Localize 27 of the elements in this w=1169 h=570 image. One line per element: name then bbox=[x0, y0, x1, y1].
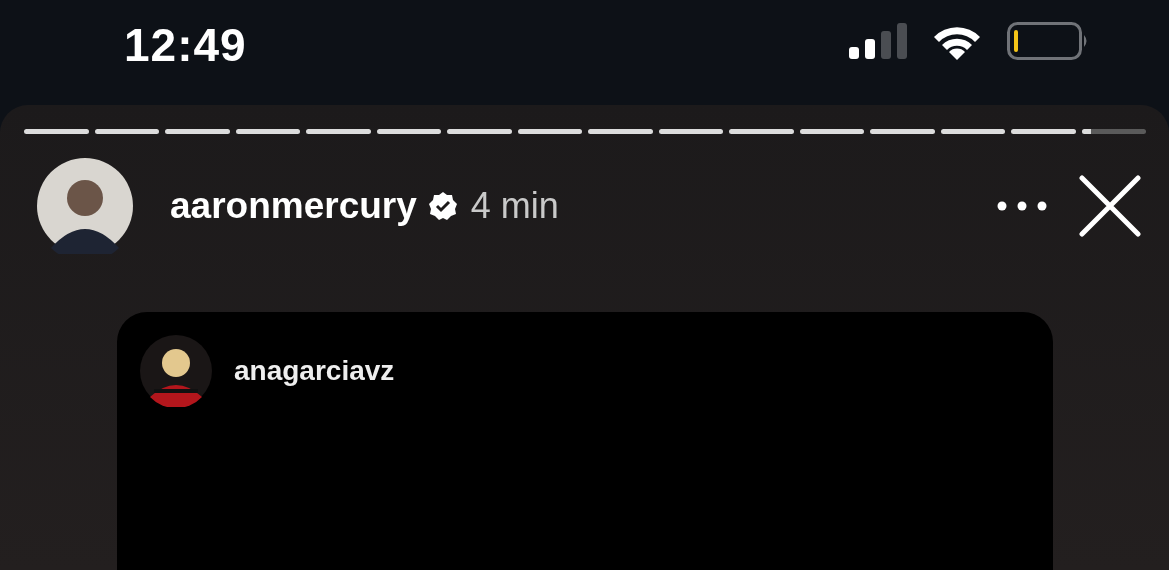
battery-icon bbox=[1007, 22, 1089, 60]
progress-segment bbox=[517, 129, 582, 134]
progress-segment bbox=[1011, 129, 1076, 134]
progress-segment bbox=[447, 129, 512, 134]
close-icon[interactable] bbox=[1079, 175, 1141, 237]
progress-segment bbox=[729, 129, 794, 134]
progress-segment bbox=[588, 129, 653, 134]
progress-segment bbox=[235, 129, 300, 134]
shared-username[interactable]: anagarciavz bbox=[234, 355, 395, 387]
username[interactable]: aaronmercury bbox=[170, 185, 417, 227]
progress-segment bbox=[870, 129, 935, 134]
progress-segment bbox=[799, 129, 864, 134]
progress-segment bbox=[165, 129, 230, 134]
progress-segment bbox=[658, 129, 723, 134]
shared-post-card[interactable]: anagarciavz bbox=[117, 312, 1053, 570]
more-options-icon[interactable] bbox=[997, 201, 1047, 211]
progress-segment bbox=[376, 129, 441, 134]
progress-segment bbox=[1081, 129, 1146, 134]
progress-segment bbox=[306, 129, 371, 134]
progress-segment bbox=[24, 129, 89, 134]
avatar[interactable] bbox=[140, 335, 212, 407]
status-time: 12:49 bbox=[124, 18, 247, 72]
progress-segment bbox=[940, 129, 1005, 134]
post-time: 4 min bbox=[470, 185, 559, 227]
signal-icon bbox=[849, 23, 907, 59]
progress-segment bbox=[94, 129, 159, 134]
avatar[interactable] bbox=[37, 158, 133, 254]
